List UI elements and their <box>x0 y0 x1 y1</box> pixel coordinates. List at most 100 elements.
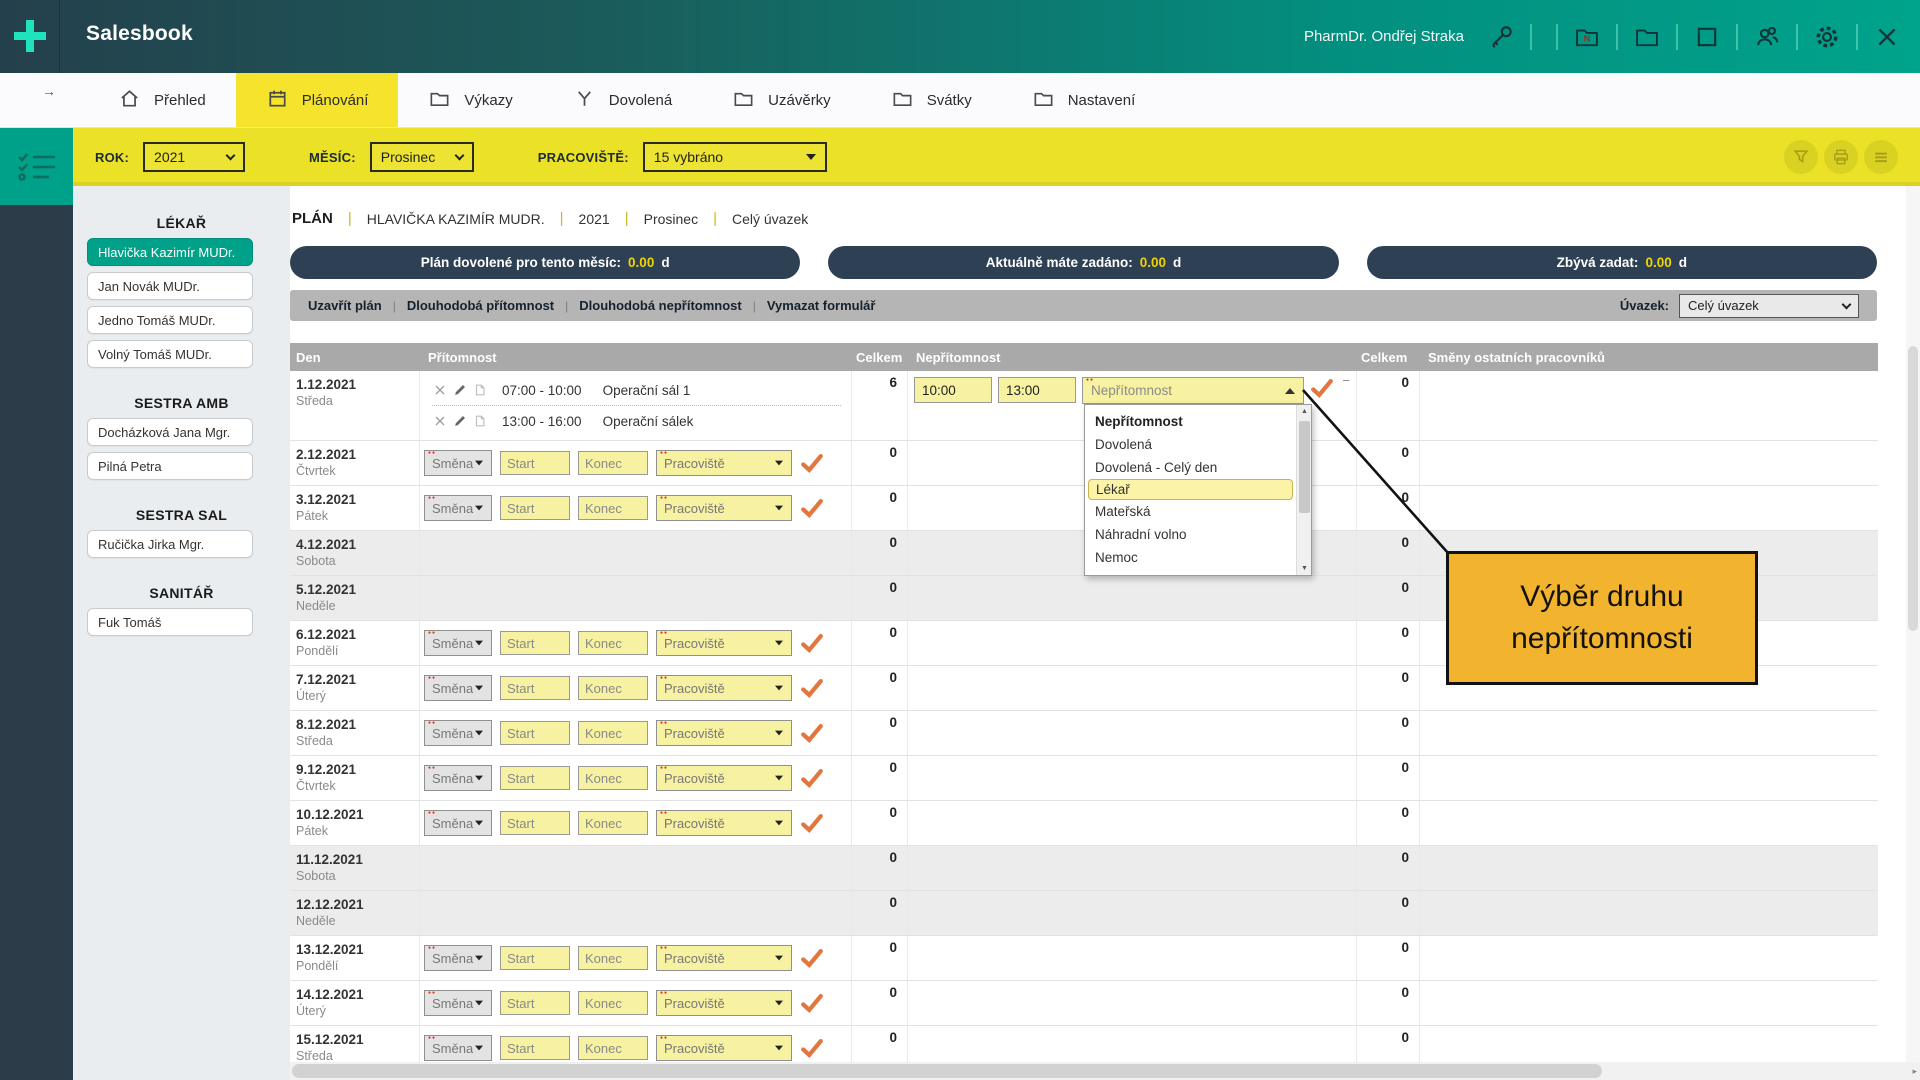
start-input[interactable] <box>500 991 570 1015</box>
workplace-select[interactable]: 15 vybráno <box>643 142 827 172</box>
confirm-check-icon[interactable] <box>800 947 824 969</box>
confirm-check-icon[interactable] <box>800 497 824 519</box>
breadcrumb-item[interactable]: 2021 <box>579 211 610 227</box>
dropdown-option[interactable]: Dovolená <box>1085 433 1296 456</box>
shift-select[interactable]: ●●Směna <box>424 630 492 656</box>
toolbar-action[interactable]: Dlouhodobá přítomnost <box>407 298 554 313</box>
breadcrumb-item[interactable]: Celý úvazek <box>732 211 808 227</box>
start-input[interactable] <box>500 946 570 970</box>
end-input[interactable] <box>578 991 648 1015</box>
toolbar-action[interactable]: Dlouhodobá nepřítomnost <box>579 298 741 313</box>
confirm-check-icon[interactable] <box>800 452 824 474</box>
horizontal-scrollbar[interactable]: ▸ <box>290 1062 1920 1080</box>
year-select[interactable]: 2021 <box>143 142 245 172</box>
edit-entry-icon[interactable] <box>452 383 467 398</box>
delete-entry-icon[interactable] <box>432 383 447 398</box>
workplace-select[interactable]: ●●Pracoviště <box>656 495 792 521</box>
shift-select[interactable]: ●●Směna <box>424 675 492 701</box>
delete-entry-icon[interactable] <box>432 414 447 429</box>
dropdown-option[interactable]: Náhradní volno <box>1085 523 1296 546</box>
collapse-arrow-icon[interactable]: → <box>42 83 56 99</box>
workplace-select[interactable]: ●●Pracoviště <box>656 810 792 836</box>
workplace-select[interactable]: ●●Pracoviště <box>656 450 792 476</box>
dropdown-option[interactable]: Nemoc <box>1085 546 1296 569</box>
month-select[interactable]: Prosinec <box>370 142 474 172</box>
filter-icon[interactable] <box>1784 140 1818 174</box>
confirm-check-icon[interactable] <box>800 812 824 834</box>
dropdown-option[interactable]: Mateřská <box>1085 500 1296 523</box>
sidebar-person[interactable]: Volný Tomáš MUDr. <box>87 340 253 368</box>
dropdown-option[interactable]: Lékař <box>1088 479 1293 500</box>
shift-select[interactable]: ●●Směna <box>424 810 492 836</box>
start-input[interactable] <box>500 1036 570 1060</box>
key-icon[interactable] <box>1484 20 1518 54</box>
confirm-check-icon[interactable] <box>800 722 824 744</box>
confirm-check-icon[interactable] <box>1310 377 1334 399</box>
end-input[interactable] <box>578 946 648 970</box>
workplace-select[interactable]: ●●Pracoviště <box>656 990 792 1016</box>
copy-entry-icon[interactable] <box>472 383 487 398</box>
sidebar-person[interactable]: Docházková Jana Mgr. <box>87 418 253 446</box>
confirm-check-icon[interactable] <box>800 1037 824 1059</box>
shift-select[interactable]: ●●Směna <box>424 720 492 746</box>
end-input[interactable] <box>578 496 648 520</box>
scroll-down-icon[interactable]: ▼ <box>1297 562 1312 575</box>
close-icon[interactable] <box>1870 20 1904 54</box>
start-input[interactable] <box>500 721 570 745</box>
workplace-select[interactable]: ●●Pracoviště <box>656 1035 792 1061</box>
workplace-select[interactable]: ●●Pracoviště <box>656 675 792 701</box>
breadcrumb-item[interactable]: HLAVIČKA KAZIMÍR MUDR. <box>367 211 545 227</box>
shift-select[interactable]: ●●Směna <box>424 765 492 791</box>
tab-plánování[interactable]: Plánování <box>236 73 399 127</box>
start-input[interactable] <box>500 631 570 655</box>
start-input[interactable] <box>500 496 570 520</box>
sidebar-person[interactable]: Fuk Tomáš <box>87 608 253 636</box>
absence-start-input[interactable] <box>914 377 992 403</box>
app-logo[interactable] <box>0 0 60 73</box>
user-name[interactable]: PharmDr. Ondřej Straka <box>1304 28 1464 45</box>
end-input[interactable] <box>578 1036 648 1060</box>
absence-type-select[interactable]: ●●Nepřítomnost <box>1082 377 1304 404</box>
sidebar-person[interactable]: Pilná Petra <box>87 452 253 480</box>
start-input[interactable] <box>500 676 570 700</box>
menu-icon[interactable] <box>1864 140 1898 174</box>
workplace-select[interactable]: ●●Pracoviště <box>656 945 792 971</box>
dropdown-option[interactable]: Dovolená - Celý den <box>1085 456 1296 479</box>
end-input[interactable] <box>578 811 648 835</box>
end-input[interactable] <box>578 631 648 655</box>
folder-n-icon[interactable]: N <box>1570 20 1604 54</box>
shift-select[interactable]: ●●Směna <box>424 990 492 1016</box>
confirm-check-icon[interactable] <box>800 677 824 699</box>
sidebar-person[interactable]: Hlavička Kazimír MUDr. <box>87 238 253 266</box>
scroll-thumb[interactable] <box>1299 421 1310 513</box>
checklist-icon[interactable] <box>0 128 73 205</box>
end-input[interactable] <box>578 721 648 745</box>
dropdown-option[interactable]: Nepřítomnost <box>1085 410 1296 433</box>
tab-nastavení[interactable]: Nastavení <box>1002 73 1166 127</box>
end-input[interactable] <box>578 766 648 790</box>
toolbar-action[interactable]: Vymazat formulář <box>767 298 876 313</box>
gear-icon[interactable] <box>1810 20 1844 54</box>
scroll-up-icon[interactable]: ▲ <box>1297 405 1312 418</box>
end-input[interactable] <box>578 676 648 700</box>
workplace-select[interactable]: ●●Pracoviště <box>656 720 792 746</box>
start-input[interactable] <box>500 451 570 475</box>
folder-icon[interactable] <box>1630 20 1664 54</box>
tab-dovolená[interactable]: Dovolená <box>543 73 702 127</box>
print-icon[interactable] <box>1824 140 1858 174</box>
workplace-select[interactable]: ●●Pracoviště <box>656 630 792 656</box>
toolbar-action[interactable]: Uzavřít plán <box>308 298 382 313</box>
vertical-scroll-thumb[interactable] <box>1908 346 1918 631</box>
absence-end-input[interactable] <box>998 377 1076 403</box>
tab-svátky[interactable]: Svátky <box>861 73 1002 127</box>
dropdown-scrollbar[interactable]: ▲ ▼ <box>1296 405 1311 575</box>
workplace-select[interactable]: ●●Pracoviště <box>656 765 792 791</box>
shift-select[interactable]: ●●Směna <box>424 495 492 521</box>
sidebar-person[interactable]: Ručička Jirka Mgr. <box>87 530 253 558</box>
sidebar-person[interactable]: Jan Novák MUDr. <box>87 272 253 300</box>
tab-přehled[interactable]: Přehled <box>88 73 236 127</box>
shift-select[interactable]: ●●Směna <box>424 945 492 971</box>
vertical-scrollbar[interactable] <box>1906 186 1920 1062</box>
edit-entry-icon[interactable] <box>452 414 467 429</box>
horizontal-scroll-thumb[interactable] <box>292 1064 1602 1078</box>
